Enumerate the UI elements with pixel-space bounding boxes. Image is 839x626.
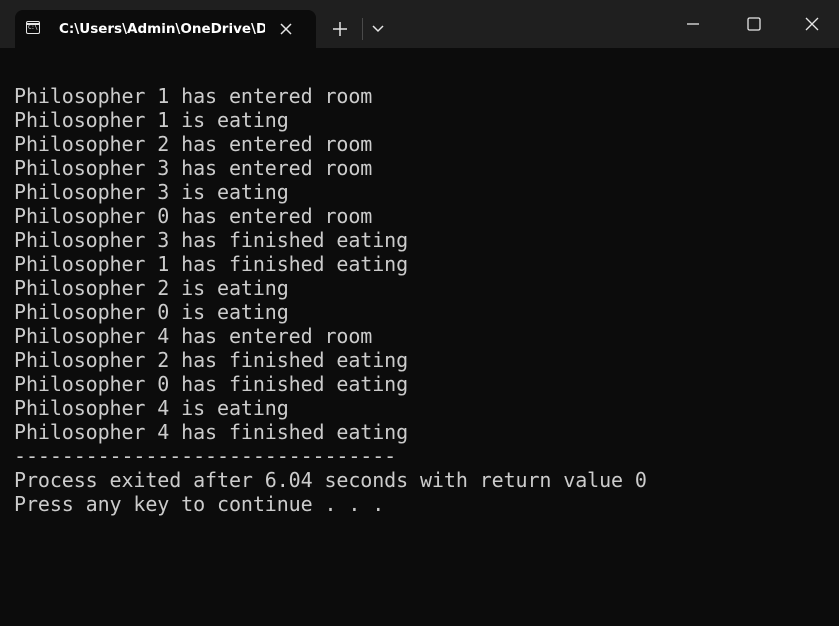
- console-line: Process exited after 6.04 seconds with r…: [14, 468, 647, 492]
- console-line: Philosopher 0 is eating: [14, 300, 289, 324]
- console-line: Philosopher 2 has finished eating: [14, 348, 409, 372]
- maximize-icon: [747, 17, 761, 31]
- plus-icon: [333, 22, 347, 36]
- tab-close-button[interactable]: [277, 20, 295, 38]
- minimize-icon: [687, 23, 699, 25]
- close-icon: [805, 17, 819, 31]
- console-line: Philosopher 0 has finished eating: [14, 372, 409, 396]
- terminal-window: C:\ C:\Users\Admin\OneDrive\Do Philosoph…: [0, 0, 839, 626]
- new-tab-button[interactable]: [323, 10, 357, 48]
- console-line: Philosopher 1 has entered room: [14, 84, 373, 108]
- tab-title: C:\Users\Admin\OneDrive\Do: [59, 21, 265, 37]
- cmd-icon: C:\: [26, 21, 40, 34]
- console-line: Philosopher 2 has entered room: [14, 132, 373, 156]
- title-bar[interactable]: C:\ C:\Users\Admin\OneDrive\Do: [0, 0, 839, 48]
- console-line: Philosopher 1 is eating: [14, 108, 289, 132]
- console-line: Philosopher 3 is eating: [14, 180, 289, 204]
- tab-dropdown-button[interactable]: [361, 10, 395, 48]
- console-line: Philosopher 4 has finished eating: [14, 420, 409, 444]
- console-line: Philosopher 3 has entered room: [14, 156, 373, 180]
- chevron-down-icon: [372, 25, 384, 33]
- console-line: Philosopher 2 is eating: [14, 276, 289, 300]
- maximize-button[interactable]: [727, 0, 783, 48]
- minimize-button[interactable]: [671, 0, 727, 48]
- tab-active[interactable]: C:\ C:\Users\Admin\OneDrive\Do: [15, 10, 316, 48]
- console-line: Philosopher 1 has finished eating: [14, 252, 409, 276]
- console-line: Philosopher 3 has finished eating: [14, 228, 409, 252]
- close-window-button[interactable]: [783, 0, 839, 48]
- console-line: Philosopher 4 is eating: [14, 396, 289, 420]
- console-line: Philosopher 0 has entered room: [14, 204, 373, 228]
- console-output[interactable]: Philosopher 1 has entered room Philosophe…: [14, 84, 834, 614]
- console-line: Philosopher 4 has entered room: [14, 324, 373, 348]
- close-icon: [280, 23, 292, 35]
- console-line: --------------------------------: [14, 444, 397, 468]
- console-line: Press any key to continue . . .: [14, 492, 385, 516]
